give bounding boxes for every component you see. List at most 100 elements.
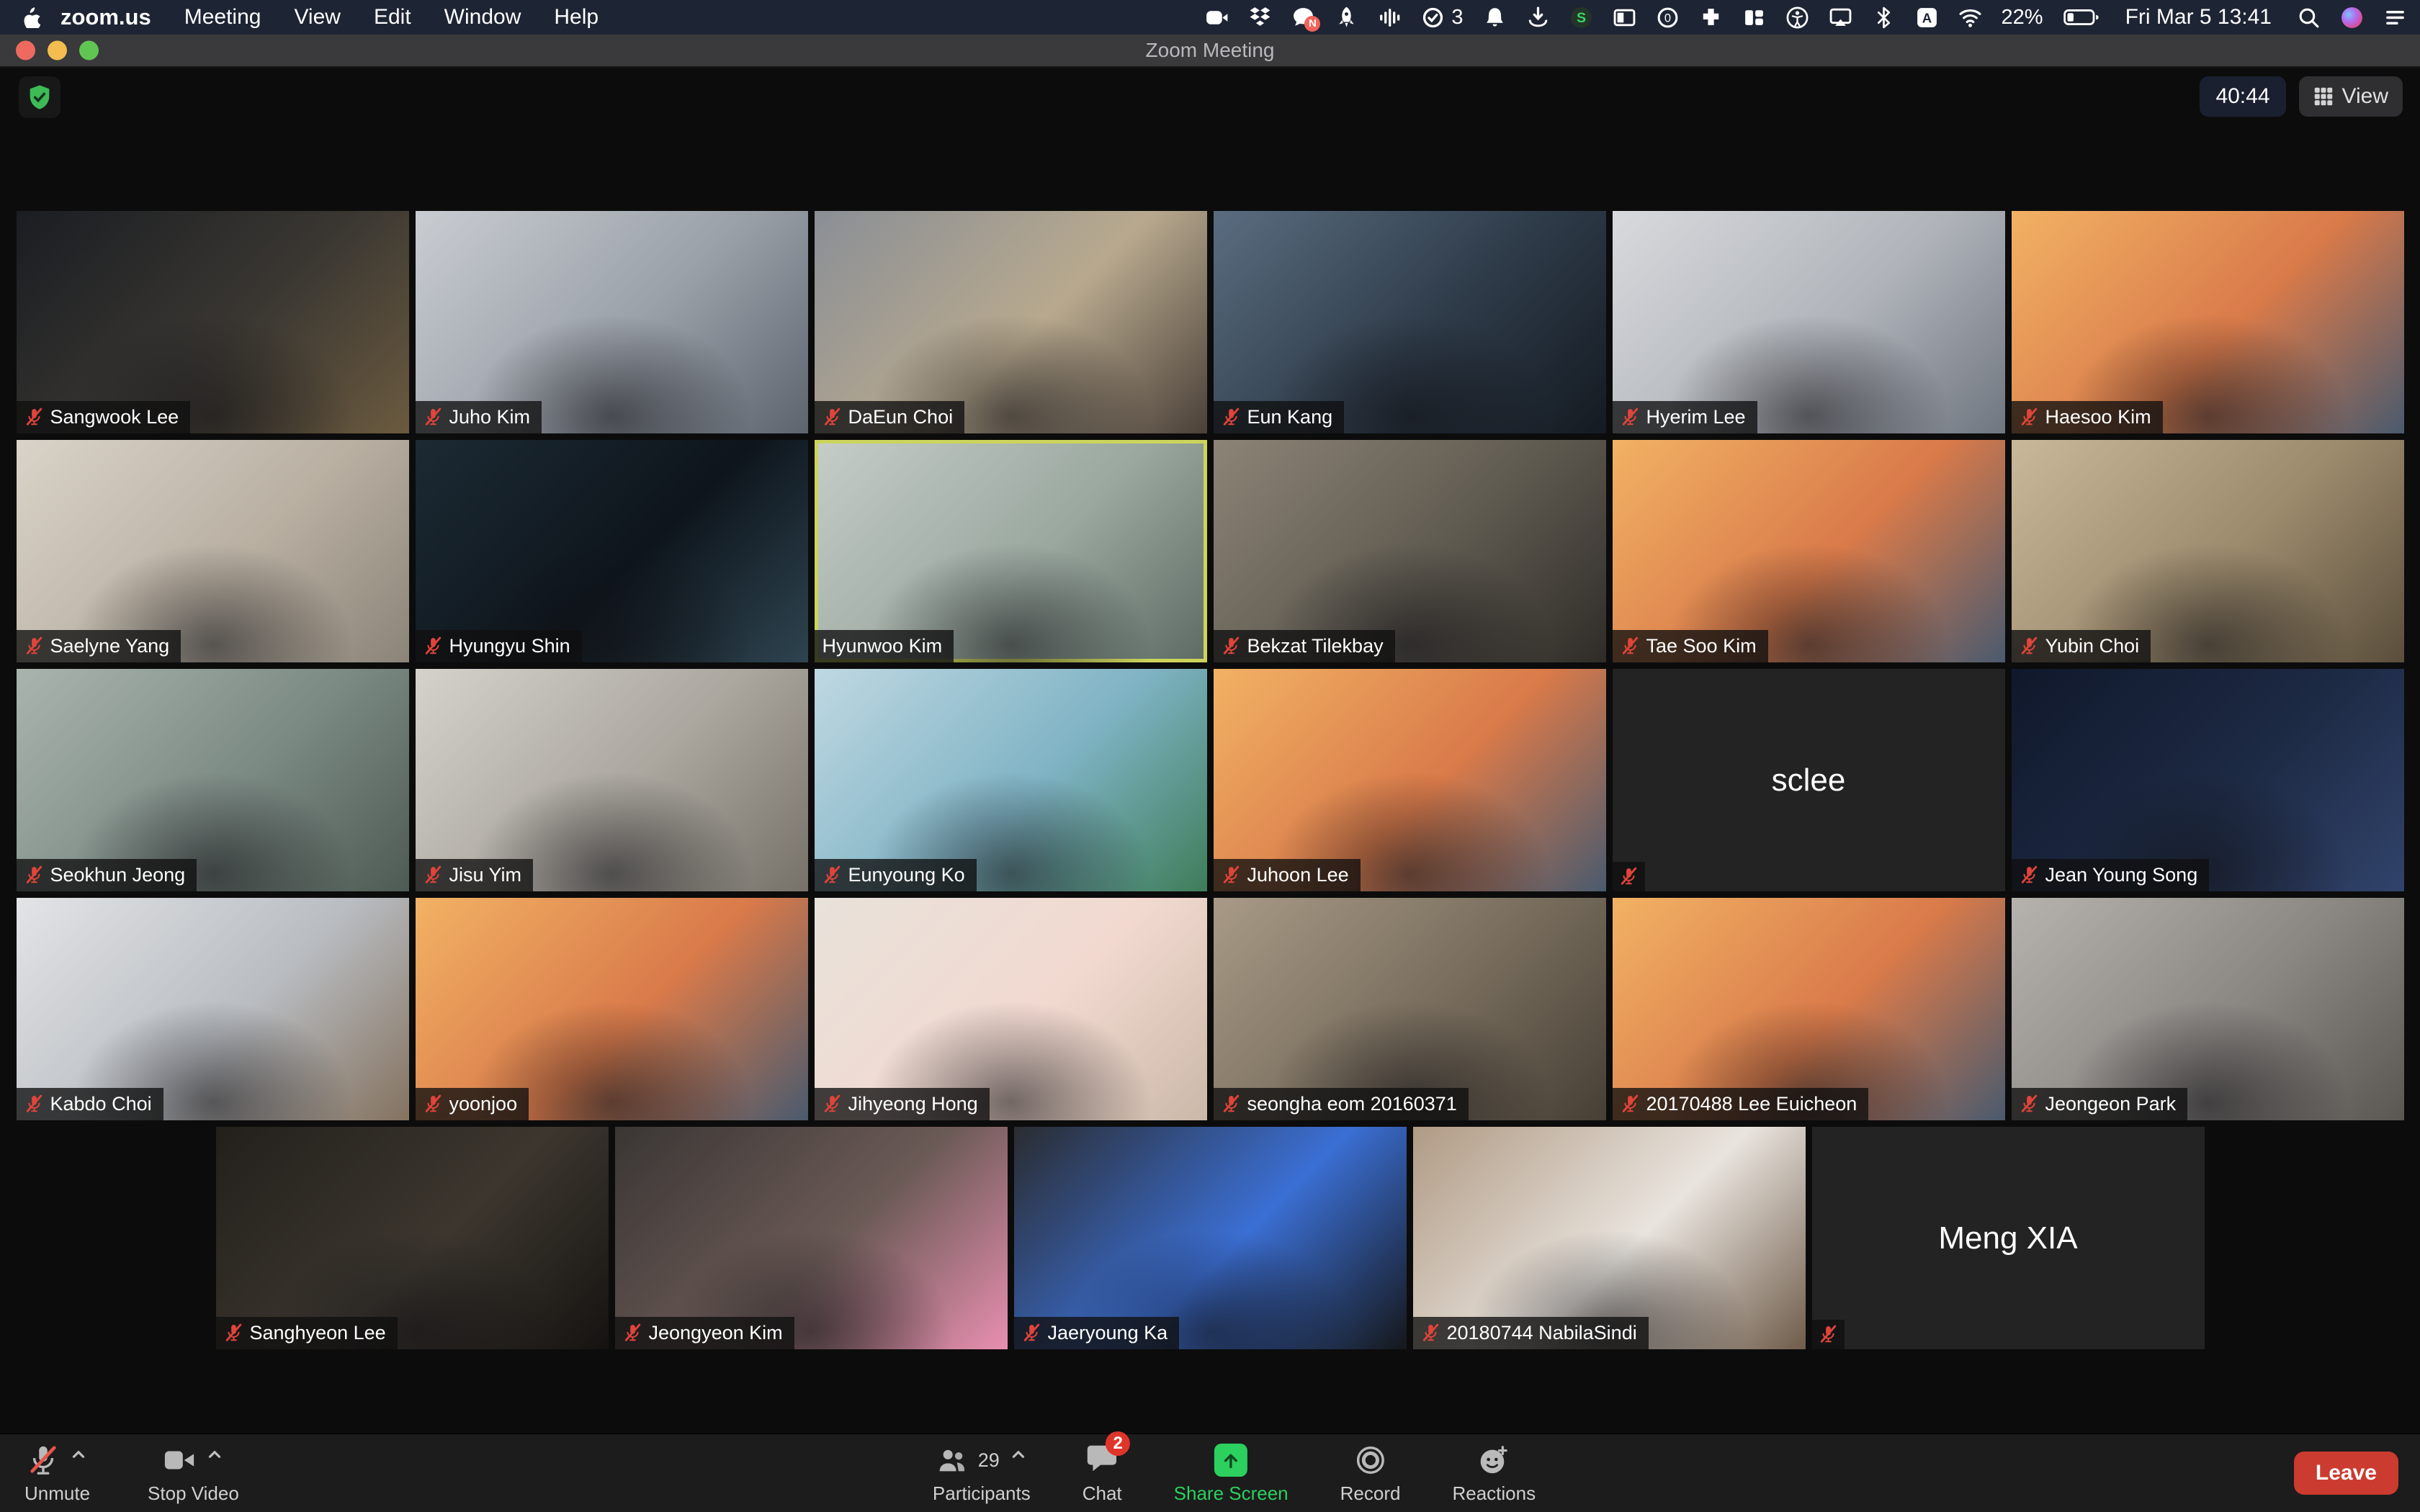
battery-icon[interactable] (2063, 5, 2100, 30)
menu-item-window[interactable]: Window (444, 5, 521, 30)
zero-circle-icon[interactable]: 0 (1656, 6, 1680, 30)
participant-name: DaEun Choi (848, 406, 954, 428)
search-icon[interactable] (2297, 6, 2321, 30)
menu-item-meeting[interactable]: Meeting (184, 5, 261, 30)
participant-silhouette (815, 440, 1207, 662)
participant-tile-jaeryoung-ka[interactable]: Jaeryoung Ka (1014, 1127, 1407, 1349)
participant-tile-daeun-choi[interactable]: DaEun Choi (815, 211, 1207, 433)
airplay-icon[interactable] (1829, 6, 1852, 30)
muted-mic-icon (24, 865, 44, 885)
participant-silhouette (815, 211, 1207, 433)
participant-tile-hyungyu-shin[interactable]: Hyungyu Shin (416, 440, 808, 662)
participant-tile-jihyeong-hong[interactable]: Jihyeong Hong (815, 898, 1207, 1120)
unmute-menu-caret[interactable] (69, 1451, 88, 1470)
audio-levels-icon[interactable] (1378, 6, 1402, 30)
check-count-icon[interactable] (1421, 6, 1445, 30)
input-a-icon[interactable]: A (1915, 6, 1939, 30)
participant-tile-yubin-choi[interactable]: Yubin Choi (2012, 440, 2404, 662)
participant-tile-jisu-yim[interactable]: Jisu Yim (416, 669, 808, 891)
chat-button[interactable]: 2 Chat (1083, 1441, 1122, 1505)
participant-name: Sanghyeon Lee (250, 1322, 386, 1344)
participant-tile-bekzat-tilekbay[interactable]: Bekzat Tilekbay (1214, 440, 1606, 662)
participant-silhouette (815, 898, 1207, 1120)
muted-mic-icon (1222, 1094, 1241, 1114)
participant-tile-juho-kim[interactable]: Juho Kim (416, 211, 808, 433)
participant-tile-jeongyeon-kim[interactable]: Jeongyeon Kim (615, 1127, 1008, 1349)
meeting-security-shield-icon[interactable] (19, 76, 60, 118)
screen-record-icon[interactable] (1205, 6, 1229, 30)
reactions-button[interactable]: Reactions (1452, 1441, 1536, 1505)
participant-name: 20180744 NabilaSindi (1447, 1322, 1637, 1344)
puzzle-icon[interactable] (1699, 6, 1723, 30)
participant-silhouette (615, 1127, 1008, 1349)
bluetooth-icon[interactable] (1872, 6, 1896, 30)
participant-tile-sanghyeon-lee[interactable]: Sanghyeon Lee (216, 1127, 609, 1349)
participant-name-tag: Eunyoung Ko (815, 859, 977, 891)
menu-item-edit[interactable]: Edit (374, 5, 411, 30)
share-screen-button[interactable]: Share Screen (1174, 1441, 1289, 1505)
wifi-icon[interactable] (1958, 6, 1982, 30)
svg-text:A: A (1922, 10, 1931, 25)
record-button[interactable]: Record (1340, 1441, 1401, 1505)
participant-tile-20170488-lee-euicheon[interactable]: 20170488 Lee Euicheon (1613, 898, 2005, 1120)
menu-items: Meeting View Edit Window Help (184, 5, 599, 30)
participant-tile-eunyoung-ko[interactable]: Eunyoung Ko (815, 669, 1207, 891)
participant-tile-sclee[interactable]: sclee (1613, 669, 2005, 891)
window-manager-icon[interactable] (1613, 6, 1636, 30)
participant-tile-jeongeon-park[interactable]: Jeongeon Park (2012, 898, 2404, 1120)
download-icon[interactable] (1526, 6, 1550, 30)
participant-tile-seongha-eom-20160371[interactable]: seongha eom 20160371 (1214, 898, 1606, 1120)
participant-tile-tae-soo-kim[interactable]: Tae Soo Kim (1613, 440, 2005, 662)
stop-video-menu-caret[interactable] (205, 1451, 224, 1470)
unmute-button[interactable]: Unmute (24, 1441, 90, 1505)
apple-menu-icon[interactable] (20, 6, 42, 28)
muted-mic-icon (24, 1094, 44, 1114)
participant-tile-sangwook-lee[interactable]: Sangwook Lee (17, 211, 409, 433)
muted-mic-icon (1222, 636, 1241, 656)
accessibility-icon[interactable] (1785, 6, 1809, 30)
participant-name-tag: Bekzat Tilekbay (1214, 630, 1395, 662)
menu-app-name[interactable]: zoom.us (60, 4, 151, 30)
participant-tile-meng-xia[interactable]: Meng XIA (1812, 1127, 2205, 1349)
participant-silhouette (1613, 211, 2005, 433)
participant-tile-20180744-nabilasindi[interactable]: 20180744 NabilaSindi (1413, 1127, 1806, 1349)
muted-mic-icon (1621, 1094, 1640, 1114)
participant-silhouette (17, 211, 409, 433)
muted-mic-icon (24, 636, 44, 656)
participant-name: yoonjoo (449, 1093, 518, 1115)
participants-menu-caret[interactable] (1009, 1451, 1028, 1470)
menu-clock[interactable]: Fri Mar 5 13:41 (2125, 5, 2272, 30)
stop-video-button[interactable]: Stop Video (148, 1441, 239, 1505)
participant-tile-hyerim-lee[interactable]: Hyerim Lee (1613, 211, 2005, 433)
participants-button[interactable]: 29 Participants (933, 1441, 1031, 1505)
chat-notification-icon[interactable]: N (1291, 6, 1315, 30)
muted-mic-icon (1621, 636, 1640, 656)
menu-item-view[interactable]: View (294, 5, 340, 30)
participant-name: Saelyne Yang (50, 635, 170, 657)
leave-button[interactable]: Leave (2294, 1452, 2398, 1495)
participant-tile-saelyne-yang[interactable]: Saelyne Yang (17, 440, 409, 662)
participant-tile-kabdo-choi[interactable]: Kabdo Choi (17, 898, 409, 1120)
bell-icon[interactable] (1483, 6, 1507, 30)
muted-mic-icon (424, 636, 443, 656)
menu-list-icon[interactable] (2383, 6, 2407, 30)
meeting-timer: 40:44 (2200, 76, 2285, 117)
participant-name: Jaeryoung Ka (1048, 1322, 1168, 1344)
participant-name: Tae Soo Kim (1646, 635, 1757, 657)
view-button[interactable]: View (2299, 76, 2403, 117)
participant-tile-hyunwoo-kim[interactable]: Hyunwoo Kim (815, 440, 1207, 662)
meeting-hud: 40:44 View (2200, 76, 2403, 117)
participant-tile-seokhun-jeong[interactable]: Seokhun Jeong (17, 669, 409, 891)
participant-tile-juhoon-lee[interactable]: Juhoon Lee (1214, 669, 1606, 891)
dropbox-icon[interactable] (1248, 6, 1272, 30)
split-view-icon[interactable] (1742, 6, 1766, 30)
participant-tile-eun-kang[interactable]: Eun Kang (1214, 211, 1606, 433)
muted-mic-icon (24, 408, 44, 427)
rocket-icon[interactable] (1335, 6, 1358, 30)
siri-icon[interactable] (2340, 6, 2364, 30)
participant-tile-haesoo-kim[interactable]: Haesoo Kim (2012, 211, 2404, 433)
participant-tile-yoonjoo[interactable]: yoonjoo (416, 898, 808, 1120)
menu-item-help[interactable]: Help (554, 5, 599, 30)
participant-tile-jean-young-song[interactable]: Jean Young Song (2012, 669, 2404, 891)
s-app-icon[interactable]: S (1569, 6, 1593, 30)
